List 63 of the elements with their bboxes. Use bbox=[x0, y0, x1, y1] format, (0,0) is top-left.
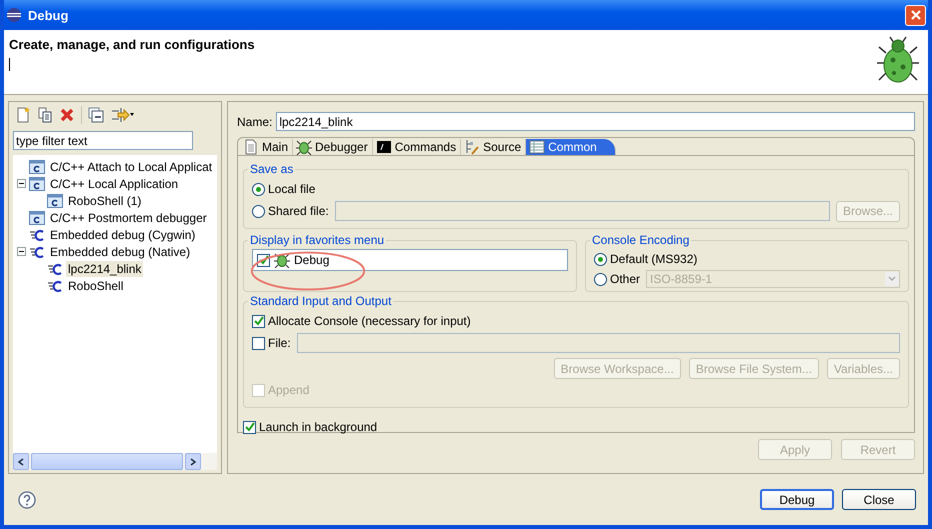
text-cursor bbox=[9, 58, 10, 71]
radio-icon[interactable] bbox=[252, 204, 265, 218]
group-title: Standard Input and Output bbox=[249, 294, 392, 308]
document-icon bbox=[243, 139, 259, 155]
radio-button[interactable]: Other bbox=[594, 272, 640, 286]
group-title: Save as bbox=[249, 162, 294, 176]
filter-field[interactable]: type filter text bbox=[13, 131, 193, 150]
checkbox-icon[interactable] bbox=[252, 314, 265, 328]
tree-item[interactable]: Embedded debug (Native) bbox=[48, 244, 192, 260]
radio-button[interactable]: Local file bbox=[252, 182, 316, 196]
close-button[interactable] bbox=[905, 4, 926, 26]
new-document-icon[interactable] bbox=[15, 107, 31, 123]
table-icon bbox=[529, 139, 546, 155]
tree-item[interactable]: C/C++ Local Application bbox=[48, 176, 180, 192]
duplicate-icon[interactable] bbox=[37, 107, 53, 123]
radio-icon[interactable] bbox=[594, 252, 607, 266]
tab[interactable]: Common bbox=[526, 139, 616, 155]
name-field[interactable]: lpc2214_blink bbox=[276, 112, 915, 131]
header-title: Create, manage, and run configurations bbox=[9, 37, 255, 52]
name-label: Name: bbox=[237, 114, 272, 128]
checkbox-icon[interactable] bbox=[243, 420, 256, 434]
tree-item[interactable]: RoboShell bbox=[66, 278, 126, 294]
radio-icon[interactable] bbox=[252, 182, 265, 196]
favorite-label: Debug bbox=[294, 253, 330, 267]
group-title: Display in favorites menu bbox=[249, 233, 386, 247]
tree-item[interactable]: C/C++ Postmortem debugger bbox=[48, 210, 209, 226]
collapse-toggle-icon[interactable] bbox=[17, 247, 26, 256]
c-application-icon bbox=[29, 158, 45, 174]
tree-item[interactable]: RoboShell (1) bbox=[66, 192, 144, 208]
checkbox-icon[interactable] bbox=[252, 336, 265, 350]
scroll-right-icon[interactable] bbox=[189, 458, 197, 466]
bug-icon bbox=[274, 252, 290, 268]
checkbox[interactable]: Launch in background bbox=[243, 420, 378, 434]
collapse-all-icon[interactable] bbox=[88, 107, 104, 123]
checkbox[interactable]: Allocate Console (necessary for input) bbox=[252, 314, 471, 328]
source-tree-icon bbox=[464, 139, 480, 155]
tab[interactable]: Debugger bbox=[293, 139, 373, 155]
eclipse-icon bbox=[6, 7, 22, 23]
close-icon bbox=[910, 9, 922, 21]
c-application-icon bbox=[29, 176, 45, 192]
checkbox[interactable]: File: bbox=[252, 336, 291, 350]
tab[interactable]: Main bbox=[240, 139, 294, 155]
filter-icon[interactable] bbox=[110, 107, 134, 123]
delete-icon[interactable] bbox=[59, 107, 75, 123]
bug-icon bbox=[296, 139, 312, 155]
tree-item[interactable]: Embedded debug (Cygwin) bbox=[48, 226, 198, 242]
group-title: Console Encoding bbox=[591, 233, 690, 247]
collapse-toggle-icon[interactable] bbox=[17, 179, 26, 188]
tab[interactable]: Commands bbox=[372, 139, 462, 155]
c-application-icon bbox=[47, 192, 63, 208]
radio-button[interactable]: Default (MS932) bbox=[594, 252, 698, 266]
tree-item[interactable]: lpc2214_blink bbox=[66, 260, 144, 276]
dialog-button[interactable]: Close bbox=[842, 489, 916, 510]
help-icon[interactable] bbox=[18, 490, 36, 508]
c-application-icon bbox=[29, 210, 45, 226]
horizontal-scrollbar[interactable] bbox=[13, 453, 217, 470]
scroll-left-icon[interactable] bbox=[17, 458, 25, 466]
dialog-button[interactable]: Debug bbox=[760, 489, 834, 510]
radio-icon[interactable] bbox=[594, 272, 607, 286]
window-title: Debug bbox=[28, 8, 70, 22]
radio-button[interactable]: Shared file: bbox=[252, 204, 329, 218]
terminal-icon bbox=[376, 139, 392, 155]
tree-item[interactable]: C/C++ Attach to Local Applicat bbox=[48, 158, 214, 174]
